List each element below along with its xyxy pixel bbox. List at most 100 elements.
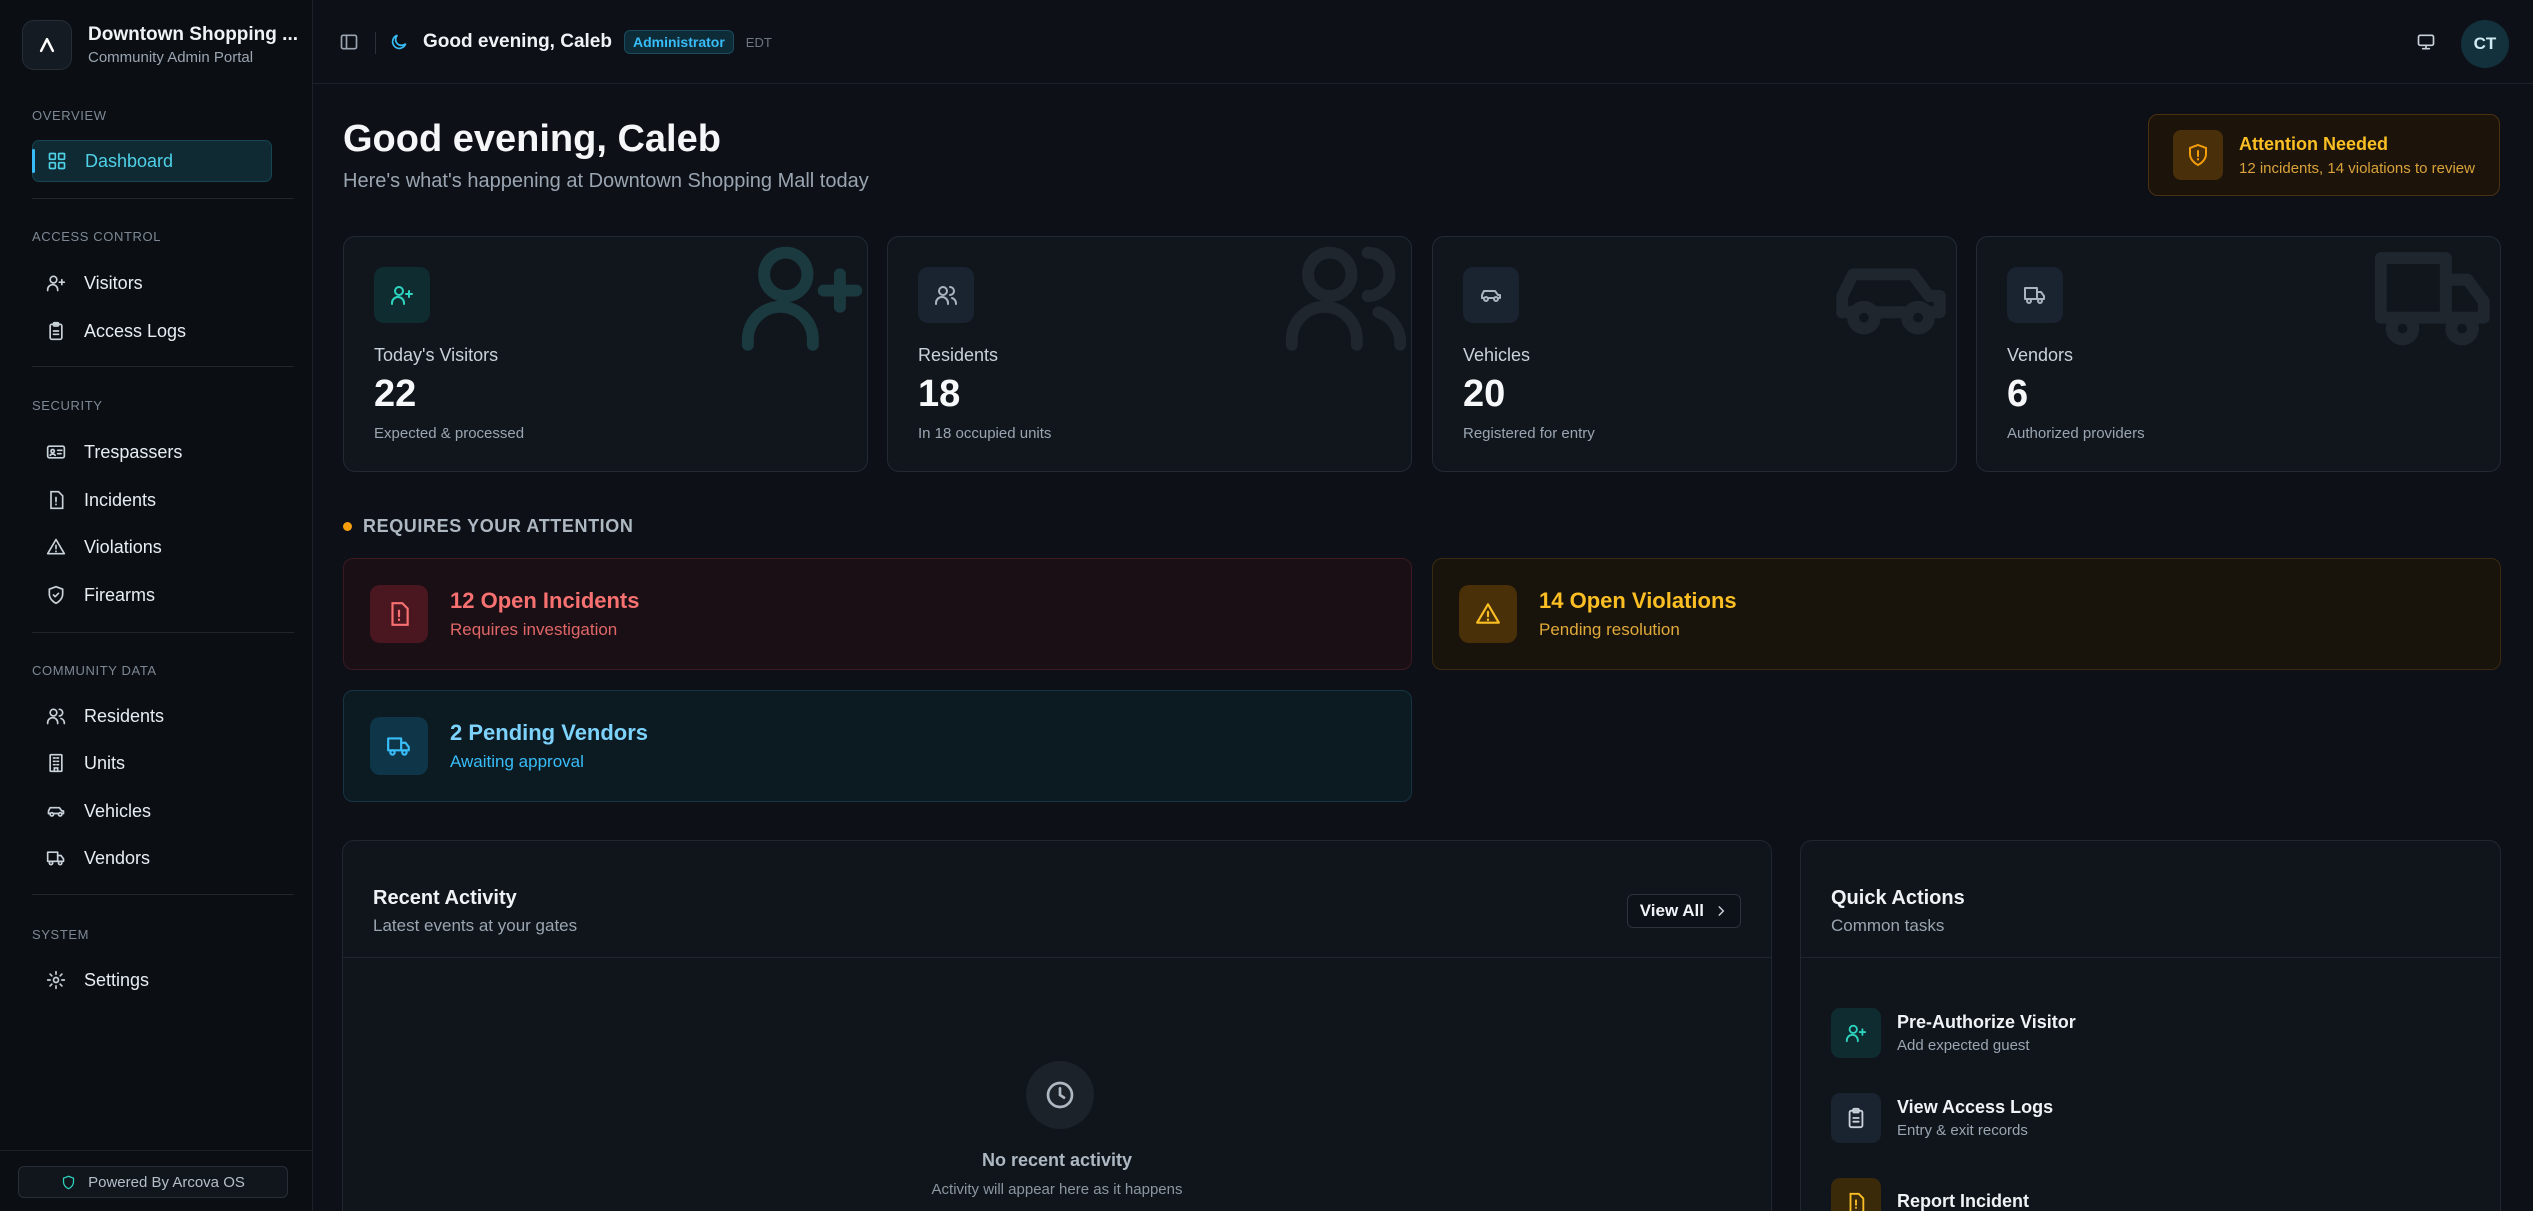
panel-title: Quick Actions — [1831, 887, 1965, 909]
quick-action-pre-authorize-visitor[interactable]: Pre-Authorize Visitor Add expected guest — [1831, 1008, 2076, 1058]
monitor-icon — [2417, 34, 2435, 50]
sidebar-item-label: Trespassers — [84, 441, 183, 462]
user-plus-icon — [391, 286, 413, 305]
powered-by: Powered By Arcova OS — [18, 1166, 288, 1198]
user-plus-icon — [741, 246, 863, 351]
header-greeting-text: Good evening, Caleb — [423, 31, 612, 52]
sidebar-item-vendors[interactable]: Vendors — [32, 837, 272, 879]
quick-action-title: Pre-Authorize Visitor — [1897, 1012, 2076, 1032]
pending-vendors-card[interactable]: 2 Pending Vendors Awaiting approval — [343, 690, 1412, 802]
stat-card-vehicles[interactable]: Vehicles 20 Registered for entry — [1432, 236, 1957, 472]
panel-subtitle: Latest events at your gates — [373, 916, 578, 935]
sidebar-item-label: Units — [84, 752, 126, 773]
attention-needed-banner[interactable]: Attention Needed 12 incidents, 14 violat… — [2148, 114, 2500, 196]
role-badge: Administrator — [623, 30, 734, 54]
top-header: Good evening, Caleb Administrator EDT CT — [313, 0, 2533, 84]
sidebar-item-label: Incidents — [84, 489, 157, 510]
empty-state-clock — [1026, 1061, 1094, 1129]
alert-subtitle: Awaiting approval — [450, 752, 584, 771]
sidebar-item-dashboard[interactable]: Dashboard — [32, 140, 272, 182]
truck-icon — [46, 851, 65, 866]
quick-action-subtitle: Entry & exit records — [1897, 1122, 2028, 1139]
quick-action-report-incident[interactable]: Report Incident — [1831, 1178, 2029, 1211]
sidebar-item-vehicles[interactable]: Vehicles — [32, 790, 272, 832]
quick-action-view-access-logs[interactable]: View Access Logs Entry & exit records — [1831, 1093, 2053, 1143]
user-plus-icon — [46, 275, 66, 292]
empty-state-subtitle: Activity will appear here as it happens — [931, 1181, 1183, 1198]
clipboard-icon — [49, 321, 63, 341]
section-community-data: COMMUNITY DATA — [32, 663, 157, 678]
attention-detail: 12 incidents, 14 violations to review — [2239, 159, 2475, 177]
file-alert-icon — [50, 490, 64, 510]
stat-value: 6 — [2007, 373, 2029, 415]
empty-state-title: No recent activity — [981, 1150, 1133, 1170]
clipboard-icon — [1848, 1107, 1864, 1129]
sidebar-item-label: Settings — [84, 969, 150, 990]
display-mode-button[interactable] — [2411, 27, 2441, 57]
alert-title: 2 Pending Vendors — [450, 720, 649, 745]
panel-title: Recent Activity — [373, 887, 517, 909]
quick-action-title: Report Incident — [1897, 1190, 2030, 1211]
chevron-right-icon — [1718, 906, 1725, 916]
alert-subtitle: Pending resolution — [1539, 620, 1680, 639]
stat-card-visitors[interactable]: Today's Visitors 22 Expected & processed — [343, 236, 868, 472]
user-avatar[interactable]: CT — [2461, 20, 2509, 68]
sidebar-item-units[interactable]: Units — [32, 742, 272, 784]
panel-left-icon — [340, 34, 358, 50]
view-all-button[interactable]: View All — [1626, 894, 1741, 928]
stat-label: Today's Visitors — [374, 345, 499, 365]
alert-title: 12 Open Incidents — [450, 588, 640, 613]
sidebar-item-label: Visitors — [84, 272, 143, 293]
stat-note: Registered for entry — [1463, 425, 1595, 442]
attention-title: Attention Needed — [2239, 133, 2389, 154]
sidebar-item-label: Vehicles — [84, 800, 152, 821]
sidebar-item-visitors[interactable]: Visitors — [32, 262, 272, 304]
stat-note: Expected & processed — [374, 425, 525, 442]
truck-icon — [2024, 287, 2045, 304]
quick-actions-panel: Quick Actions Common tasks Pre-Authorize… — [1800, 840, 2501, 1211]
dashboard-icon — [48, 152, 66, 170]
open-violations-card[interactable]: 14 Open Violations Pending resolution — [1432, 558, 2501, 670]
requires-attention-heading: REQUIRES YOUR ATTENTION — [343, 516, 633, 537]
section-access-control: ACCESS CONTROL — [32, 229, 162, 244]
open-incidents-card[interactable]: 12 Open Incidents Requires investigation — [343, 558, 1412, 670]
sidebar-item-settings[interactable]: Settings — [32, 959, 272, 1001]
stat-label: Residents — [918, 345, 999, 365]
timezone-label: EDT — [745, 34, 772, 50]
stat-card-residents[interactable]: Residents 18 In 18 occupied units — [887, 236, 1412, 472]
brand-subtitle: Community Admin Portal — [88, 49, 254, 66]
sidebar-item-trespassers[interactable]: Trespassers — [32, 431, 272, 473]
alert-title: 14 Open Violations — [1539, 588, 1737, 613]
stat-label: Vehicles — [1463, 345, 1531, 365]
section-security: SECURITY — [32, 398, 103, 413]
sidebar-item-access-logs[interactable]: Access Logs — [32, 310, 272, 352]
brand-logo-icon — [39, 37, 55, 53]
stat-value: 18 — [918, 373, 961, 415]
section-overview: OVERVIEW — [32, 108, 107, 123]
sidebar-item-incidents[interactable]: Incidents — [32, 479, 272, 521]
moon-icon — [391, 34, 407, 50]
building-icon — [49, 753, 63, 773]
brand-name: Downtown Shopping ... — [88, 24, 299, 45]
sidebar-item-label: Vendors — [84, 847, 151, 868]
panel-subtitle: Common tasks — [1831, 916, 1945, 935]
sidebar-item-label: Access Logs — [84, 320, 187, 341]
sidebar-item-firearms[interactable]: Firearms — [32, 574, 272, 616]
users-icon — [46, 708, 66, 725]
sidebar-item-residents[interactable]: Residents — [32, 695, 272, 737]
section-system: SYSTEM — [32, 927, 90, 942]
shield-icon — [63, 1175, 75, 1189]
users-icon — [935, 286, 957, 305]
stat-note: Authorized providers — [2007, 425, 2145, 442]
sidebar-toggle-button[interactable] — [335, 28, 363, 56]
stat-label: Vendors — [2007, 345, 2074, 365]
brand[interactable]: Downtown Shopping ... Community Admin Po… — [22, 20, 298, 70]
stat-card-vendors[interactable]: Vendors 6 Authorized providers — [1976, 236, 2501, 472]
file-alert-icon — [1849, 1192, 1865, 1211]
warning-triangle-icon — [46, 538, 66, 555]
shield-check-icon — [48, 585, 64, 605]
file-alert-icon — [391, 602, 409, 626]
sidebar-item-violations[interactable]: Violations — [32, 526, 272, 568]
car-icon — [1481, 290, 1501, 302]
clock-icon — [1046, 1081, 1074, 1109]
